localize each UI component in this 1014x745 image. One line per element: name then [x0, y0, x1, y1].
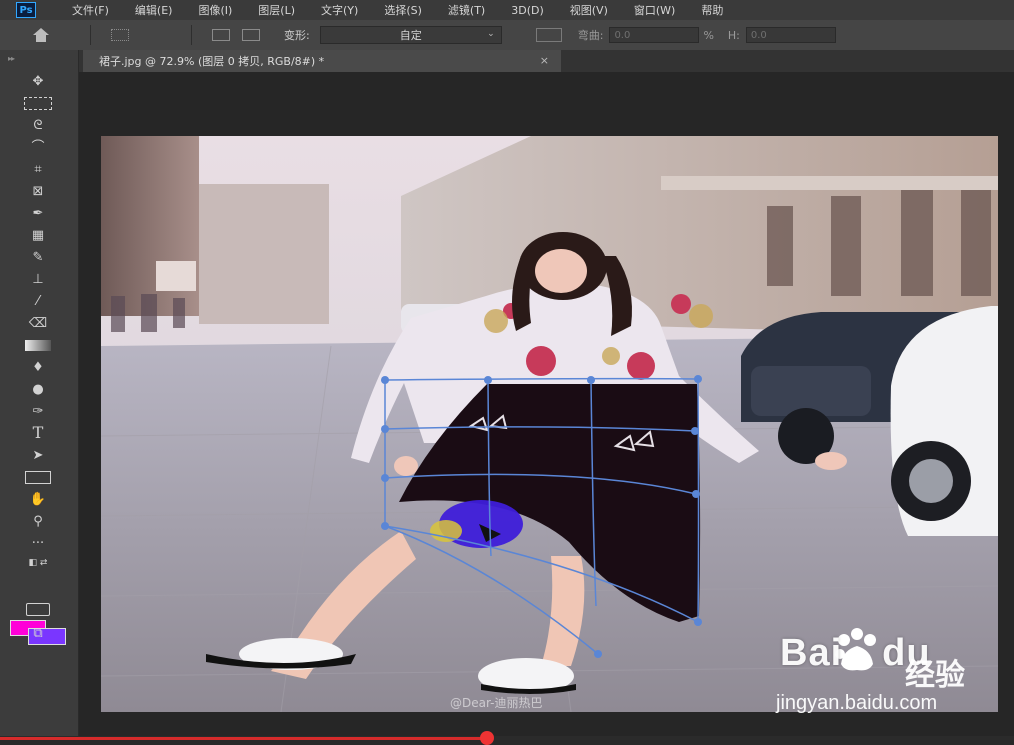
- quick-select-tool-icon[interactable]: ⌒: [20, 138, 56, 156]
- frame-tool-icon[interactable]: ⊠: [20, 182, 56, 200]
- bend-input[interactable]: 0.0: [609, 27, 700, 43]
- baidu-url: jingyan.baidu.com: [776, 692, 938, 714]
- grid-warp-icon[interactable]: [242, 29, 260, 41]
- quick-mask-icon[interactable]: [20, 600, 56, 618]
- menu-layer[interactable]: 图层(L): [258, 2, 295, 18]
- video-progress-knob[interactable]: [479, 731, 494, 745]
- document-canvas[interactable]: [101, 136, 998, 712]
- document-title: 裙子.jpg @ 72.9% (图层 0 拷贝, RGB/8#) *: [99, 55, 325, 68]
- crop-tool-icon[interactable]: ⌗: [20, 160, 56, 178]
- menu-view[interactable]: 视图(V): [570, 2, 608, 18]
- photo-credit: @Dear-迪丽热巴: [450, 696, 543, 710]
- healing-tool-icon[interactable]: ▦: [20, 226, 56, 244]
- video-progress-bar[interactable]: [0, 731, 1014, 745]
- chevron-down-icon: ⌄: [487, 29, 495, 39]
- bend-percent: %: [703, 28, 714, 42]
- stamp-tool-icon[interactable]: ⊥: [20, 270, 56, 288]
- type-tool-icon[interactable]: T: [20, 424, 56, 442]
- options-bar: 变形: 自定 ⌄ 弯曲: 0.0 % H: 0.0: [0, 20, 1014, 51]
- eyedropper-tool-icon[interactable]: ✒: [20, 204, 56, 222]
- lasso-tool-icon[interactable]: ᘓ: [20, 116, 56, 134]
- blur-tool-icon[interactable]: ♦: [20, 358, 56, 376]
- menu-window[interactable]: 窗口(W): [634, 2, 675, 18]
- brush-tool-icon[interactable]: ✎: [20, 248, 56, 266]
- warp-style-value: 自定: [399, 29, 422, 42]
- divider: [191, 25, 192, 45]
- tools-panel: ▸▸ ✥ ᘓ ⌒ ⌗ ⊠ ✒ ▦ ✎ ⊥ ⁄ ⌫ ♦ ● ✑ T ➤ ✋ ⚲ ·…: [0, 50, 79, 740]
- menu-help[interactable]: 帮助: [701, 2, 723, 18]
- rectangle-tool-icon[interactable]: [20, 468, 56, 486]
- eraser-tool-icon[interactable]: ⌫: [20, 314, 56, 332]
- screen-mode-icon[interactable]: ⧉: [20, 624, 56, 642]
- document-tab-bar: 裙子.jpg @ 72.9% (图层 0 拷贝, RGB/8#) * ×: [79, 50, 1014, 72]
- move-tool-icon[interactable]: ✥: [20, 72, 56, 90]
- menu-edit[interactable]: 编辑(E): [135, 2, 173, 18]
- reference-point-icon[interactable]: [111, 29, 129, 41]
- h-label: H:: [727, 28, 740, 42]
- menu-image[interactable]: 图像(I): [198, 2, 232, 18]
- more-tools-icon[interactable]: ···: [20, 534, 56, 552]
- zoom-tool-icon[interactable]: ⚲: [20, 512, 56, 530]
- menu-3d[interactable]: 3D(D): [511, 4, 544, 17]
- menu-filter[interactable]: 滤镜(T): [448, 2, 485, 18]
- gradient-tool-icon[interactable]: [20, 336, 56, 354]
- divider: [90, 25, 91, 45]
- h-input[interactable]: 0.0: [745, 27, 836, 43]
- history-brush-tool-icon[interactable]: ⁄: [20, 292, 56, 310]
- menu-select[interactable]: 选择(S): [384, 2, 422, 18]
- dodge-tool-icon[interactable]: ●: [20, 380, 56, 398]
- hand-tool-icon[interactable]: ✋: [20, 490, 56, 508]
- baidu-jingyan-text: 经验: [905, 658, 965, 693]
- pen-tool-icon[interactable]: ✑: [20, 402, 56, 420]
- swap-colors-icon[interactable]: ◧ ⇄: [20, 554, 56, 572]
- photo-image: [101, 136, 998, 712]
- split-warp-icon[interactable]: [212, 29, 230, 41]
- marquee-tool-icon[interactable]: [20, 94, 56, 112]
- baidu-logo-part1: Bai: [780, 632, 843, 674]
- photoshop-logo-icon: Ps: [16, 2, 36, 18]
- panel-grip-icon[interactable]: ▸▸: [8, 54, 15, 63]
- menu-file[interactable]: 文件(F): [72, 2, 109, 18]
- warp-style-select[interactable]: 自定 ⌄: [319, 26, 502, 44]
- warp-label: 变形:: [284, 29, 310, 42]
- warp-orientation-icon[interactable]: [535, 28, 562, 42]
- path-select-tool-icon[interactable]: ➤: [20, 446, 56, 464]
- menu-bar: Ps 文件(F) 编辑(E) 图像(I) 图层(L) 文字(Y) 选择(S) 滤…: [0, 0, 1014, 20]
- menu-type[interactable]: 文字(Y): [321, 2, 358, 18]
- document-tab[interactable]: 裙子.jpg @ 72.9% (图层 0 拷贝, RGB/8#) * ×: [83, 50, 561, 72]
- home-icon[interactable]: [32, 28, 50, 42]
- bend-label: 弯曲:: [577, 29, 604, 42]
- close-icon[interactable]: ×: [540, 54, 549, 67]
